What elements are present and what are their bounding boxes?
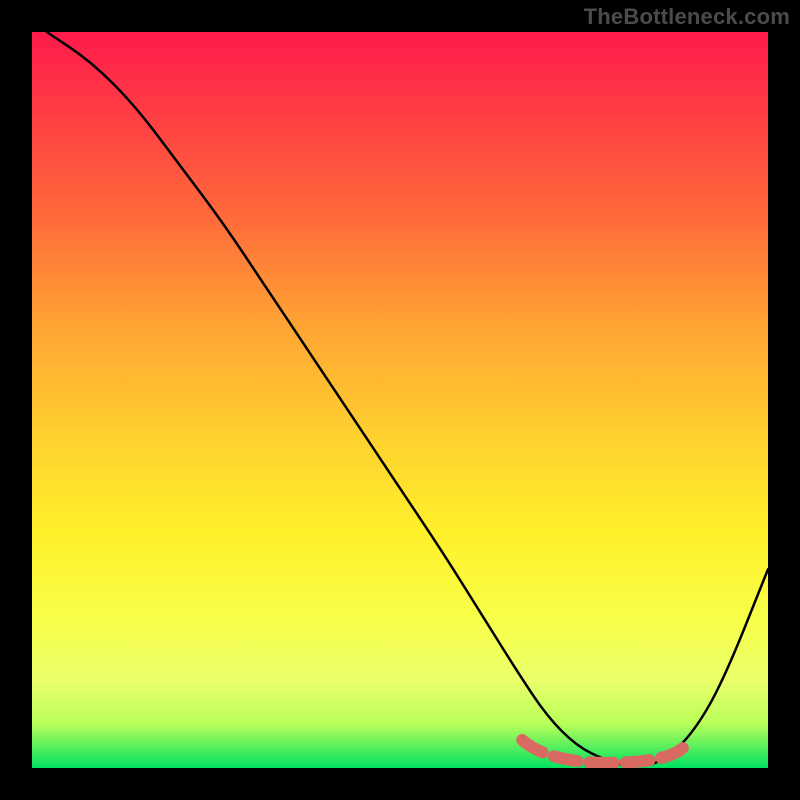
flat-bottom-marker: [522, 740, 683, 763]
bottleneck-curve: [47, 32, 768, 766]
plot-area: [32, 32, 768, 768]
chart-svg: [32, 32, 768, 768]
chart-frame: TheBottleneck.com: [0, 0, 800, 800]
watermark-text: TheBottleneck.com: [584, 4, 790, 30]
